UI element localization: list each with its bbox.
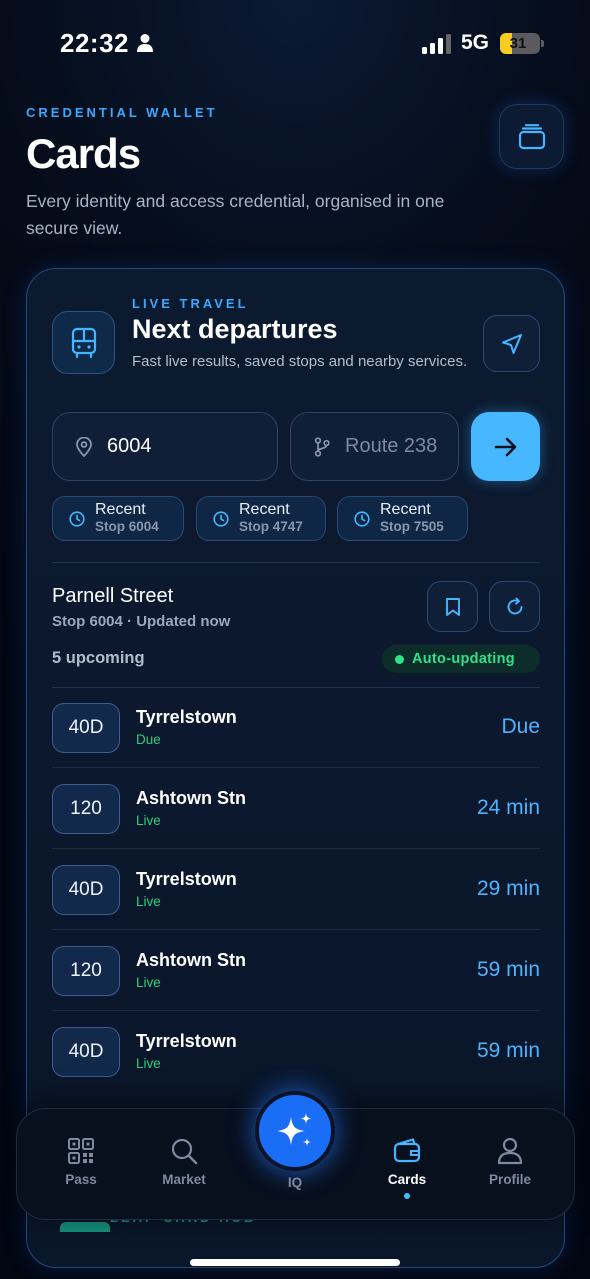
destination: Ashtown Stn <box>136 788 246 808</box>
departure-status: Live <box>136 975 161 990</box>
card-subtitle: Fast live results, saved stops and nearb… <box>132 353 468 370</box>
recent-chip-stop: Stop 6004 <box>95 519 159 534</box>
card-title: Next departures <box>132 314 338 344</box>
stop-name: Parnell Street <box>52 585 174 607</box>
departure-row[interactable]: 40D Tyrrelstown Live 29 min <box>52 849 540 930</box>
tab-iq-label: IQ <box>287 1175 303 1190</box>
route-badge: 40D <box>52 1027 120 1077</box>
tab-label: Profile <box>488 1172 531 1187</box>
card-stack-icon <box>518 123 545 149</box>
recent-chip-title: Recent <box>239 501 290 518</box>
departure-status: Live <box>136 894 161 909</box>
refresh-icon <box>507 597 522 614</box>
route-badge: 40D <box>52 703 120 753</box>
auto-updating-label: Auto-updating <box>412 651 515 667</box>
auto-updating-badge: Auto-updating <box>382 645 540 673</box>
eta: Due <box>501 715 540 738</box>
stop-input-field[interactable] <box>52 412 278 481</box>
destination: Tyrrelstown <box>136 1031 237 1051</box>
recent-stop-chip[interactable]: Recent Stop 7505 <box>337 496 468 541</box>
departure-row[interactable]: 120 Ashtown Stn Live 59 min <box>52 930 540 1011</box>
search-icon <box>171 1138 198 1165</box>
network-label: 5G <box>461 31 490 54</box>
clock-icon <box>69 510 85 527</box>
recent-stop-chip[interactable]: Recent Stop 6004 <box>52 496 184 541</box>
search-go-button[interactable] <box>471 412 540 481</box>
navigation-arrow-icon <box>501 333 522 354</box>
refresh-button[interactable] <box>489 581 540 632</box>
tab-cards[interactable]: Cards <box>373 1109 441 1221</box>
status-time: 22:32 <box>60 28 129 58</box>
header-eyebrow: CREDENTIAL WALLET <box>26 105 218 120</box>
clock-icon <box>213 510 229 527</box>
recent-chip-stop: Stop 7505 <box>380 519 444 534</box>
person-icon <box>497 1137 523 1165</box>
tab-pass[interactable]: Pass <box>47 1109 115 1221</box>
eta: 24 min <box>476 796 540 819</box>
page-subtitle: Every identity and access credential, or… <box>26 191 445 238</box>
departure-row[interactable]: 40D Tyrrelstown Live 59 min <box>52 1011 540 1092</box>
bookmark-icon <box>445 597 460 616</box>
next-section-pill <box>60 1222 110 1232</box>
bus-icon <box>71 327 96 358</box>
battery-nub <box>541 40 544 47</box>
tab-label: Pass <box>65 1172 97 1187</box>
eta: 59 min <box>476 1039 540 1062</box>
battery-level: 31 <box>509 35 527 52</box>
tab-label: Cards <box>387 1172 427 1187</box>
route-badge: 120 <box>52 784 120 834</box>
page-title: Cards <box>26 130 141 177</box>
signal-icon <box>422 34 451 54</box>
stop-meta: Stop 6004 · Updated now <box>52 613 231 630</box>
eta: 59 min <box>476 958 540 981</box>
location-pin-icon <box>76 436 92 457</box>
battery-icon: 31 <box>500 33 540 54</box>
stop-input[interactable] <box>107 435 227 458</box>
destination: Ashtown Stn <box>136 950 246 970</box>
wallet-stack-button[interactable] <box>499 104 564 169</box>
section-divider <box>52 562 540 563</box>
iq-assistant-button[interactable] <box>255 1091 335 1171</box>
tab-label: Market <box>162 1172 206 1187</box>
route-branch-icon <box>314 436 330 457</box>
recent-chip-title: Recent <box>95 501 146 518</box>
bus-icon-box <box>52 311 115 374</box>
tab-market[interactable]: Market <box>150 1109 218 1221</box>
arrow-right-icon <box>494 437 516 456</box>
person-icon <box>137 34 153 52</box>
live-travel-eyebrow: LIVE TRAVEL <box>132 296 249 311</box>
route-input-field[interactable] <box>290 412 465 481</box>
wallet-icon <box>393 1138 421 1163</box>
destination: Tyrrelstown <box>136 707 237 727</box>
route-input[interactable] <box>345 435 465 458</box>
departure-status: Live <box>136 1056 161 1071</box>
status-bar: 22:32 5G 31 <box>0 0 590 90</box>
active-tab-indicator <box>404 1193 410 1199</box>
clock-icon <box>354 510 370 527</box>
departure-row[interactable]: 40D Tyrrelstown Due Due <box>52 687 540 768</box>
tab-profile[interactable]: Profile <box>476 1109 544 1221</box>
eta: 29 min <box>476 877 540 900</box>
upcoming-count: 5 upcoming <box>52 649 145 667</box>
recent-chip-title: Recent <box>380 501 431 518</box>
route-badge: 40D <box>52 865 120 915</box>
departure-status: Due <box>136 732 161 747</box>
recent-chip-stop: Stop 4747 <box>239 519 303 534</box>
qr-code-icon <box>68 1138 94 1164</box>
destination: Tyrrelstown <box>136 869 237 889</box>
live-dot <box>395 654 404 664</box>
departure-status: Live <box>136 813 161 828</box>
nearby-location-button[interactable] <box>483 315 540 372</box>
home-indicator <box>190 1259 400 1266</box>
recent-stop-chip[interactable]: Recent Stop 4747 <box>196 496 326 541</box>
route-badge: 120 <box>52 946 120 996</box>
sparkle-icon <box>277 1113 312 1146</box>
departure-row[interactable]: 120 Ashtown Stn Live 24 min <box>52 768 540 849</box>
bookmark-stop-button[interactable] <box>427 581 478 632</box>
